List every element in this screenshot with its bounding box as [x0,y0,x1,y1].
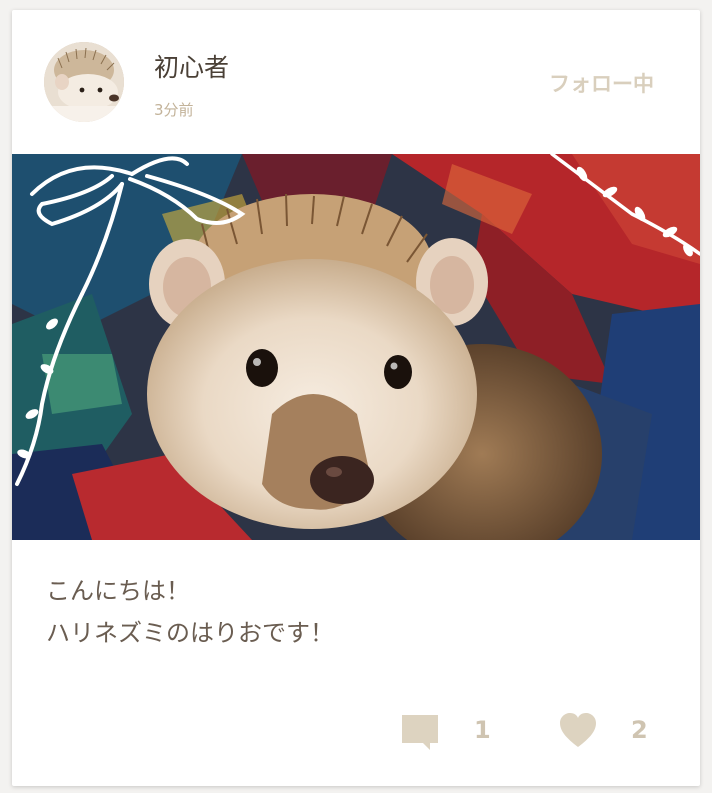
post-timestamp: 3分前 [154,101,194,119]
follow-button[interactable]: フォロー中 [549,68,654,98]
avatar[interactable] [44,42,124,122]
like-count[interactable]: 2 [631,716,648,744]
caption-line: こんにちは！ [46,577,190,605]
avatar-hedgehog-image [44,42,124,122]
comment-bubble-icon[interactable] [400,713,440,751]
caption-line: ハリネズミのはりおです！ [46,619,334,647]
comment-count[interactable]: 1 [474,716,491,744]
post-card: 初心者 3分前 フォロー中 こんにちは！ ハリネズミのはりおです！ 1 2 [12,10,700,786]
heart-icon[interactable] [558,712,598,750]
hedgehog-photo [12,154,700,540]
post-caption: こんにちは！ ハリネズミのはりおです！ [46,570,334,654]
username[interactable]: 初心者 [154,48,229,84]
post-photo[interactable] [12,154,700,540]
post-header: 初心者 3分前 フォロー中 [12,10,700,154]
post-actions: 1 2 [12,710,700,760]
